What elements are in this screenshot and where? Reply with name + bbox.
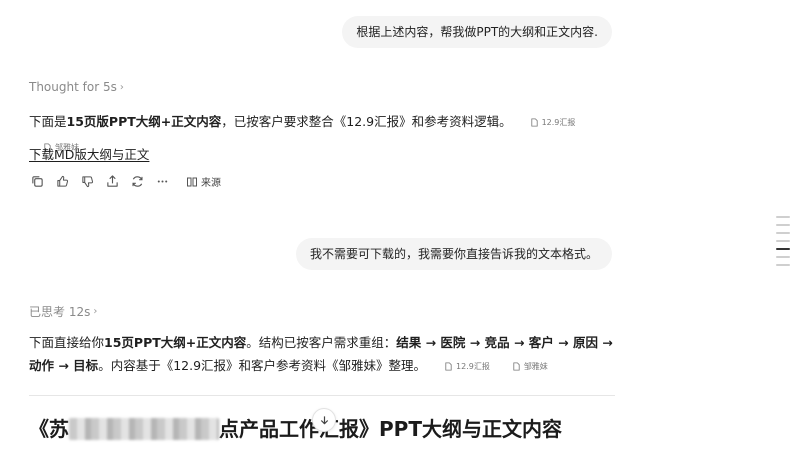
- citation-label: 12.9汇报: [456, 362, 490, 371]
- arrow-down-icon: [320, 415, 328, 424]
- divider: [29, 395, 615, 396]
- conversation-minimap[interactable]: [776, 216, 790, 266]
- message-action-bar: 来源: [30, 174, 221, 189]
- citation-label: 邹雅妹: [523, 362, 548, 371]
- book-icon: [187, 177, 197, 186]
- minimap-marker[interactable]: [776, 240, 790, 242]
- user-message-text: 根据上述内容，帮我做PPT的大纲和正文内容.: [356, 25, 598, 39]
- citation-chip[interactable]: 12.9汇报: [526, 110, 580, 135]
- document-icon: [530, 118, 538, 127]
- minimap-marker[interactable]: [776, 264, 790, 266]
- thought-toggle[interactable]: 已思考 12s ›: [29, 303, 97, 320]
- user-message-bubble: 我不需要可下载的，我需要你直接告诉我的文本格式。: [295, 238, 612, 270]
- user-message-text: 我不需要可下载的，我需要你直接告诉我的文本格式。: [309, 247, 598, 261]
- reply-text: 。内容基于《12.9汇报》和客户参考资料《邹雅妹》整理。: [98, 358, 427, 373]
- reply-text: ，已按客户要求整合《12.9汇报》和参考资料逻辑。: [221, 114, 512, 129]
- sources-button[interactable]: 来源: [186, 174, 221, 189]
- minimap-marker[interactable]: [776, 232, 790, 234]
- reply-bold-text: 15页版PPT大纲+正文内容: [66, 114, 222, 129]
- chevron-right-icon: ›: [119, 81, 124, 93]
- minimap-marker-active[interactable]: [776, 248, 790, 250]
- thumbs-up-icon[interactable]: [55, 175, 69, 189]
- thought-label: 已思考 12s: [29, 305, 91, 319]
- document-icon: [445, 362, 452, 371]
- copy-icon[interactable]: [30, 175, 44, 189]
- thumbs-down-icon[interactable]: [80, 175, 94, 189]
- citation-chip[interactable]: 12.9汇报: [440, 354, 494, 379]
- download-md-link[interactable]: 下载MD版大纲与正文: [29, 144, 149, 163]
- sources-label: 来源: [201, 178, 221, 189]
- citation-label: 12.9汇报: [541, 118, 576, 127]
- document-icon: [513, 362, 520, 371]
- minimap-marker[interactable]: [776, 256, 790, 258]
- reply-bold-text: 15页PPT大纲+正文内容: [104, 335, 247, 350]
- citation-chip[interactable]: 邹雅妹: [508, 354, 552, 379]
- regenerate-icon[interactable]: [130, 175, 144, 189]
- minimap-marker[interactable]: [776, 224, 790, 226]
- reply-text: 下面是: [29, 114, 67, 129]
- assistant-reply-text: 下面直接给你15页PPT大纲+正文内容。结构已按客户需求重组：结果 → 医院 →…: [29, 331, 619, 379]
- share-icon[interactable]: [105, 175, 119, 189]
- heading-prefix: 《苏: [29, 417, 69, 441]
- scroll-to-bottom-button[interactable]: [312, 408, 336, 432]
- heading-suffix: 点产品工作汇报》PPT大纲与正文内容: [219, 417, 562, 441]
- document-heading: 《苏 点产品工作汇报》PPT大纲与正文内容: [29, 413, 562, 442]
- user-message-bubble: 根据上述内容，帮我做PPT的大纲和正文内容.: [342, 16, 612, 48]
- chevron-right-icon: ›: [93, 306, 98, 317]
- reply-text: 下面直接给你: [29, 335, 105, 350]
- redacted-region: [69, 418, 219, 440]
- minimap-marker[interactable]: [776, 216, 790, 218]
- thought-label: Thought for 5s: [29, 80, 117, 94]
- more-options-icon[interactable]: [155, 175, 169, 189]
- thought-toggle[interactable]: Thought for 5s ›: [29, 80, 124, 94]
- reply-text: 。结构已按客户需求重组：: [246, 335, 397, 350]
